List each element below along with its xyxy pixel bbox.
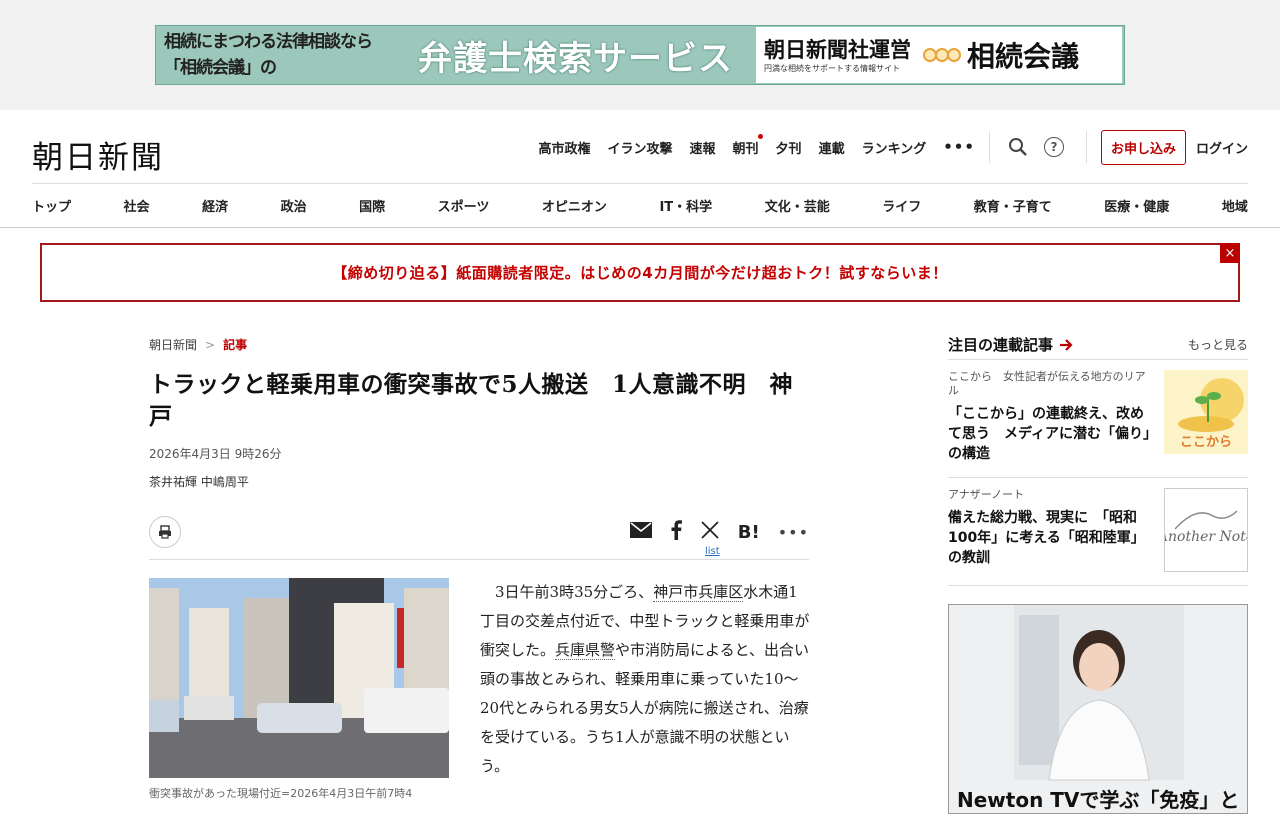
login-link[interactable]: ログイン: [1196, 138, 1248, 157]
topnav-item-breaking[interactable]: 速報: [690, 138, 716, 157]
list-item-text: ここから 女性記者が伝える地方のリアル 「ここから」の連載終え、改めて思う メデ…: [948, 370, 1153, 464]
more-link[interactable]: もっと見る: [1188, 336, 1248, 353]
subscribe-button[interactable]: お申し込み: [1100, 129, 1186, 165]
section-international[interactable]: 国際: [359, 196, 385, 215]
list-item-category: アナザーノート: [948, 488, 1025, 501]
sidebar: 注目の連載記事 もっと見る ここから 女性記者が伝える地方のリアル 「ここから」…: [948, 330, 1254, 814]
promo-banner[interactable]: 【締め切り迫る】紙面購読者限定。はじめの4カ月間が今だけ超おトク！試すならいま！…: [40, 243, 1240, 302]
help-icon[interactable]: ?: [1041, 134, 1067, 160]
svg-text:ここから: ここから: [1180, 435, 1232, 450]
sidebar-ad-text: Newton TVで学ぶ「免疫」と: [957, 788, 1240, 812]
article-authors: 茶井祐輝 中嶋周平: [149, 475, 249, 489]
list-item-text: アナザーノート 備えた総力戦、現実に 「昭和100年」に考える「昭和陸軍」の教訓: [948, 488, 1153, 572]
share-bar: B! ••• list: [149, 500, 809, 560]
topnav-item-takaichi[interactable]: 高市政権: [538, 138, 590, 157]
hatena-bookmark-icon[interactable]: B!: [738, 522, 760, 543]
close-icon[interactable]: ×: [1220, 243, 1240, 263]
breadcrumb-separator: >: [205, 337, 216, 352]
keyword-link-police[interactable]: 兵庫県警: [555, 641, 616, 660]
section-politics[interactable]: 政治: [281, 196, 307, 215]
top-ad-area: 相続にまつわる法律相談なら 「相続会議」の 弁護士検索サービス 朝日新聞社運営 …: [0, 0, 1280, 110]
featured-series-label: 注目の連載記事: [948, 336, 1054, 354]
list-item-title[interactable]: 備えた総力戦、現実に 「昭和100年」に考える「昭和陸軍」の教訓: [948, 508, 1153, 568]
featured-series-header: 注目の連載記事 もっと見る: [948, 330, 1248, 360]
article-body: 3日午前3時35分ごろ、神戸市兵庫区水木通1丁目の交差点付近で、中型トラックと軽…: [480, 578, 810, 781]
topnav-morning-label: 朝刊: [732, 141, 759, 157]
search-icon[interactable]: [1005, 134, 1031, 160]
ad-tagline: 円満な相続をサポートする情報サイト: [764, 63, 900, 73]
topnav-item-series[interactable]: 連載: [819, 138, 845, 157]
ad-brand: 相続会議: [967, 40, 1080, 73]
article-photo[interactable]: [149, 578, 449, 778]
body-text: 3日午前3時35分ごろ、: [495, 583, 654, 601]
print-icon[interactable]: [149, 516, 181, 548]
article: 朝日新聞 > 記事 トラックと軽乗用車の衝突事故で5人搬送 1人意識不明 神戸 …: [149, 330, 809, 800]
topnav-item-evening[interactable]: 夕刊: [776, 138, 802, 157]
ad-headline: 弁護士検索サービス: [418, 38, 733, 79]
ad-copy: 相続にまつわる法律相談なら 「相続会議」の: [156, 29, 418, 81]
x-icon[interactable]: [700, 520, 720, 544]
ad-line1: 相続にまつわる法律相談なら: [164, 32, 373, 52]
ad-org: 朝日新聞社運営: [764, 37, 911, 62]
ad-line2: 「相続会議」の: [164, 58, 277, 78]
breadcrumb-home[interactable]: 朝日新聞: [149, 336, 197, 353]
thumbnail[interactable]: Another Note: [1156, 488, 1254, 572]
divider: [1085, 131, 1087, 163]
sidebar-ad[interactable]: Newton TVで学ぶ「免疫」と: [948, 604, 1248, 814]
section-life[interactable]: ライフ: [882, 196, 921, 215]
topnav-item-ranking[interactable]: ランキング: [862, 138, 927, 157]
share-more-icon[interactable]: •••: [778, 523, 809, 542]
facebook-icon[interactable]: [670, 520, 682, 544]
divider: [988, 131, 990, 163]
svg-text:Another Note: Another Note: [1165, 529, 1247, 545]
top-nav: 高市政権 イラン攻撃 速報 朝刊 夕刊 連載 ランキング ••• ? お申し込み…: [521, 129, 1248, 165]
topnav-item-iran[interactable]: イラン攻撃: [608, 138, 673, 157]
keyword-link-kobe[interactable]: 神戸市兵庫区: [653, 583, 744, 602]
section-education[interactable]: 教育・子育て: [974, 196, 1052, 215]
list-item-category: ここから 女性記者が伝える地方のリアル: [948, 370, 1146, 397]
promo-text[interactable]: 【締め切り迫る】紙面購読者限定。はじめの4カ月間が今だけ超おトク！試すならいま！: [332, 262, 947, 283]
section-opinion[interactable]: オピニオン: [542, 196, 607, 215]
section-economy[interactable]: 経済: [202, 196, 228, 215]
section-society[interactable]: 社会: [124, 196, 150, 215]
list-link[interactable]: list: [705, 546, 720, 557]
section-nav: トップ 社会 経済 政治 国際 スポーツ オピニオン IT・科学 文化・芸能 ラ…: [32, 183, 1248, 227]
list-item[interactable]: アナザーノート 備えた総力戦、現実に 「昭和100年」に考える「昭和陸軍」の教訓…: [948, 478, 1254, 586]
section-region[interactable]: 地域: [1222, 196, 1248, 215]
faces-icon: [923, 48, 961, 62]
mail-icon[interactable]: [629, 522, 652, 542]
list-item-title[interactable]: 「ここから」の連載終え、改めて思う メディアに潜む「偏り」の構造: [948, 404, 1153, 464]
help-glyph: ?: [1043, 137, 1064, 157]
featured-series-title[interactable]: 注目の連載記事: [948, 334, 1073, 355]
section-nav-wrap: トップ 社会 経済 政治 国際 スポーツ オピニオン IT・科学 文化・芸能 ラ…: [0, 183, 1280, 228]
topnav-item-morning[interactable]: 朝刊: [732, 133, 763, 157]
photo-caption: 衝突事故があった現場付近=2026年4月3日午前7時4: [149, 787, 413, 800]
section-culture[interactable]: 文化・芸能: [765, 196, 830, 215]
section-it-science[interactable]: IT・科学: [659, 196, 712, 215]
arrow-right-icon: [1060, 338, 1073, 351]
more-menu-button[interactable]: •••: [943, 138, 975, 156]
thumbnail[interactable]: ここから: [1164, 370, 1248, 454]
site-logo[interactable]: 朝日新聞: [32, 132, 164, 177]
article-date: 2026年4月3日 9時26分: [149, 447, 282, 461]
section-health[interactable]: 医療・健康: [1104, 196, 1169, 215]
body-text: や市消防局によると、出合い頭の事故とみられ、軽乗用車に乗っていた10～20代とみ…: [480, 641, 809, 775]
breadcrumb: 朝日新聞 > 記事: [149, 336, 809, 353]
ad-banner[interactable]: 相続にまつわる法律相談なら 「相続会議」の 弁護士検索サービス 朝日新聞社運営 …: [155, 25, 1125, 85]
list-item[interactable]: ここから 女性記者が伝える地方のリアル 「ここから」の連載終え、改めて思う メデ…: [948, 360, 1248, 478]
new-dot-icon: [757, 133, 763, 139]
article-title: トラックと軽乗用車の衝突事故で5人搬送 1人意識不明 神戸: [149, 371, 794, 430]
site-header: 朝日新聞 高市政権 イラン攻撃 速報 朝刊 夕刊 連載 ランキング ••• ? …: [0, 110, 1280, 183]
section-sports[interactable]: スポーツ: [438, 196, 490, 215]
ad-brand-box: 朝日新聞社運営 円満な相続をサポートする情報サイト 相続会議: [756, 27, 1122, 83]
share-icons: B! •••: [629, 520, 809, 544]
breadcrumb-current[interactable]: 記事: [223, 336, 247, 353]
section-top[interactable]: トップ: [32, 196, 71, 215]
ad-logo: 相続会議: [923, 35, 1080, 75]
